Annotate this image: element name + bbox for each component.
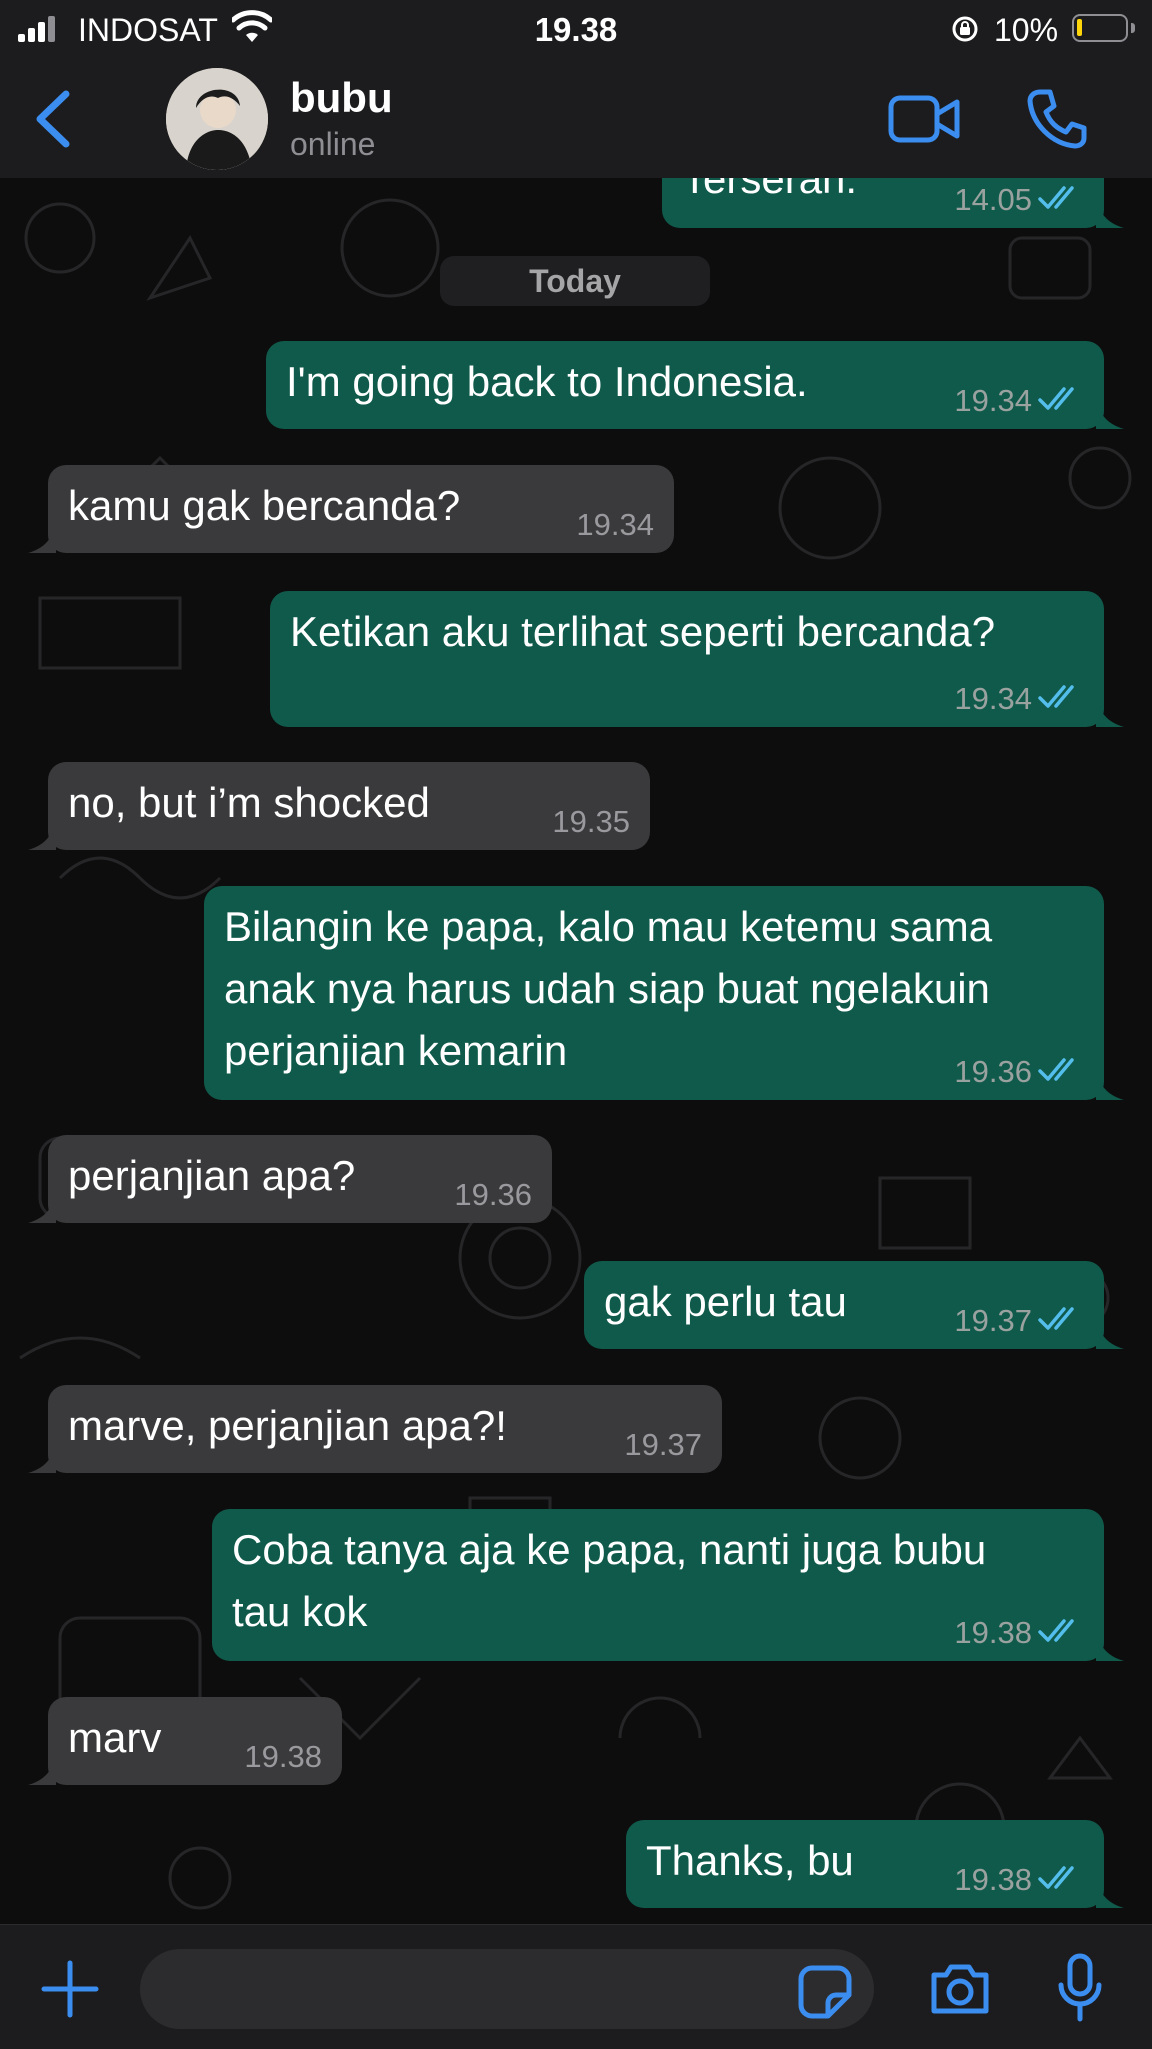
date-separator: Today xyxy=(440,256,710,306)
read-receipt-icon xyxy=(1038,685,1074,708)
presence-status: online xyxy=(290,126,376,162)
message-text: Ketikan aku terlihat seperti bercanda? xyxy=(290,608,996,655)
chat-header: bubu online xyxy=(0,58,1152,179)
message-text: Coba tanya aja ke papa, nanti juga bubu … xyxy=(232,1526,987,1635)
status-bar: INDOSAT 19.38 10% xyxy=(0,0,1152,58)
back-chevron-icon[interactable] xyxy=(28,88,78,150)
bubble-tail xyxy=(28,1443,56,1473)
outgoing-message[interactable]: Ketikan aku terlihat seperti bercanda? 19… xyxy=(270,591,1124,727)
message-time: 19.38 xyxy=(954,1862,1032,1897)
message-text: I'm going back to Indonesia. xyxy=(286,358,808,405)
battery-icon xyxy=(1072,14,1128,42)
bubble-tail xyxy=(28,1755,56,1785)
message-text: gak perlu tau xyxy=(604,1278,847,1325)
bubble-tail xyxy=(1096,1070,1124,1100)
message-input[interactable] xyxy=(140,1949,874,2029)
bubble-tail xyxy=(1096,697,1124,727)
avatar[interactable] xyxy=(166,68,268,170)
message-list[interactable]: Today Terserah. 14.05 I'm going back to In… xyxy=(0,178,1152,1924)
rotation-lock-icon xyxy=(952,16,978,42)
message-text: Thanks, bu xyxy=(646,1837,854,1884)
message-text: no, but i’m shocked xyxy=(68,779,430,826)
video-call-icon[interactable] xyxy=(888,92,960,146)
message-time: 19.37 xyxy=(954,1303,1032,1338)
outgoing-message[interactable]: I'm going back to Indonesia. 19.34 xyxy=(266,341,1124,429)
message-text: marve, perjanjian apa?! xyxy=(68,1402,507,1449)
message-time: 19.37 xyxy=(624,1427,702,1462)
plus-icon[interactable] xyxy=(40,1959,100,2019)
message-time: 14.05 xyxy=(954,182,1032,217)
message-text: perjanjian apa? xyxy=(68,1152,356,1199)
camera-icon[interactable] xyxy=(928,1961,992,2017)
message-time: 19.38 xyxy=(244,1739,322,1774)
message-time: 19.34 xyxy=(954,681,1032,716)
message-time: 19.34 xyxy=(576,507,654,542)
message-text: Terserah. xyxy=(682,178,858,202)
read-receipt-icon xyxy=(1038,1866,1074,1889)
bubble-tail xyxy=(1096,1878,1124,1908)
phone-call-icon[interactable] xyxy=(1026,88,1088,150)
message-time: 19.36 xyxy=(954,1054,1032,1089)
message-text: kamu gak bercanda? xyxy=(68,482,461,529)
message-text: Bilangin ke papa, kalo mau ketemu sama a… xyxy=(224,903,993,1074)
microphone-icon[interactable] xyxy=(1056,1953,1104,2023)
read-receipt-icon xyxy=(1038,1307,1074,1330)
message-time: 19.38 xyxy=(954,1615,1032,1650)
contact-name[interactable]: bubu xyxy=(290,74,393,122)
bubble-tail xyxy=(1096,1631,1124,1661)
incoming-message[interactable]: marv 19.38 xyxy=(28,1697,342,1785)
bubble-tail xyxy=(1096,1319,1124,1349)
outgoing-message[interactable]: Coba tanya aja ke papa, nanti juga bubu … xyxy=(212,1509,1124,1661)
bubble-tail xyxy=(1096,198,1124,228)
message-text: marv xyxy=(68,1714,162,1761)
bubble-tail xyxy=(28,1193,56,1223)
outgoing-message[interactable]: Thanks, bu 19.38 xyxy=(626,1820,1124,1908)
battery-percent: 10% xyxy=(994,12,1059,48)
composer-bar xyxy=(0,1924,1152,2049)
bubble-tail xyxy=(28,523,56,553)
outgoing-message[interactable]: Bilangin ke papa, kalo mau ketemu sama a… xyxy=(204,886,1124,1100)
bubble-tail xyxy=(28,820,56,850)
read-receipt-icon xyxy=(1038,1619,1074,1642)
bubble-tail xyxy=(1096,399,1124,429)
incoming-message[interactable]: kamu gak bercanda? 19.34 xyxy=(28,465,674,553)
message-time: 19.36 xyxy=(454,1177,532,1212)
incoming-message[interactable]: no, but i’m shocked 19.35 xyxy=(28,762,650,850)
outgoing-message[interactable]: gak perlu tau 19.37 xyxy=(584,1261,1124,1349)
message-time: 19.35 xyxy=(552,804,630,839)
read-receipt-icon xyxy=(1038,1058,1074,1081)
read-receipt-icon xyxy=(1038,387,1074,410)
outgoing-message[interactable]: Terserah. 14.05 xyxy=(662,178,1124,228)
read-receipt-icon xyxy=(1038,186,1074,209)
incoming-message[interactable]: marve, perjanjian apa?! 19.37 xyxy=(28,1385,722,1473)
incoming-message[interactable]: perjanjian apa? 19.36 xyxy=(28,1135,552,1223)
message-time: 19.34 xyxy=(954,383,1032,418)
sticker-icon[interactable] xyxy=(798,1965,852,2019)
